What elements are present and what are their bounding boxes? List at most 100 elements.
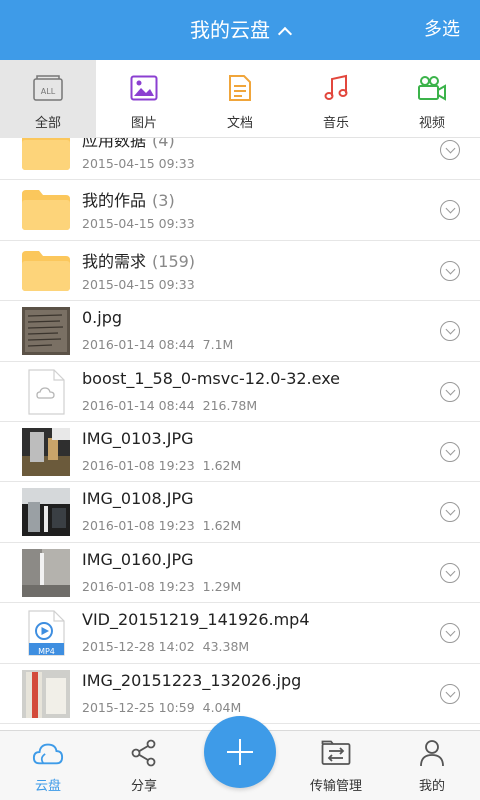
file-name: IMG_20151223_132026.jpg: [82, 670, 302, 690]
video-icon: [417, 74, 447, 102]
cloud-drive-title-dropdown[interactable]: 我的云盘: [0, 0, 480, 60]
list-item[interactable]: 我的作品 (3) 2015-04-15 09:33: [0, 180, 480, 241]
file-meta: 2016-01-14 08:44 216.78M: [82, 398, 257, 413]
category-label: 文档: [226, 116, 253, 131]
chevron-up-icon: [277, 26, 293, 42]
tab-profile[interactable]: 我的: [384, 731, 480, 800]
file-meta: 2016-01-08 19:23 1.62M: [82, 518, 241, 533]
item-count: (159): [152, 251, 196, 271]
chevron-down-icon[interactable]: [440, 683, 460, 704]
list-item[interactable]: IMG_0103.JPG 2016-01-08 19:23 1.62M: [0, 421, 480, 483]
image-thumbnail: [22, 427, 70, 476]
list-item[interactable]: IMG_0108.JPG 2016-01-08 19:23 1.62M: [0, 482, 480, 543]
modified-date: 2015-04-15 09:33: [82, 156, 195, 171]
top-bar: 我的云盘 多选: [0, 0, 480, 60]
tab-cloud-drive[interactable]: 云盘: [0, 731, 96, 800]
modified-date: 2015-04-15 09:33: [82, 216, 195, 232]
image-thumbnail: [22, 488, 70, 537]
file-size: 1.62M: [202, 457, 242, 473]
folder-icon: [22, 190, 70, 231]
file-name: 0.jpg: [82, 308, 123, 328]
modified-date: 2015-04-15 09:33: [82, 276, 195, 292]
item-count: (4): [152, 138, 175, 150]
file-size: 216.78M: [202, 397, 258, 413]
chevron-down-icon[interactable]: [440, 321, 460, 342]
modified-date: 2016-01-14 08:44: [82, 397, 195, 413]
chevron-down-icon[interactable]: [440, 441, 460, 462]
category-document[interactable]: 文档: [192, 60, 288, 138]
modified-date: 2015-12-28 14:02: [82, 639, 195, 655]
tab-label: 分享: [130, 779, 157, 794]
file-name: IMG_0160.JPG: [82, 549, 194, 569]
all-icon: ALL: [33, 74, 63, 102]
file-name: 我的需求 (159): [82, 251, 196, 271]
list-item[interactable]: IMG_20151223_132026.jpg 2015-12-25 10:59…: [0, 663, 480, 724]
chevron-down-icon[interactable]: [440, 200, 460, 221]
image-thumbnail: [22, 669, 70, 718]
category-label: 图片: [130, 116, 157, 131]
tab-label: 云盘: [34, 779, 61, 794]
file-size: 1.29M: [202, 578, 242, 594]
folder-icon: [22, 138, 70, 170]
file-meta: 2015-12-25 10:59 4.04M: [82, 700, 241, 715]
category-label: 视频: [418, 116, 445, 131]
category-label: 全部: [34, 116, 61, 131]
tab-label: 传输管理: [309, 779, 362, 794]
modified-date: 2016-01-08 19:23: [82, 578, 195, 594]
list-item[interactable]: MP4 VID_20151219_141926.mp4 2015-12-28 1…: [0, 603, 480, 664]
file-name: IMG_0108.JPG: [82, 489, 194, 509]
file-list-rows: 应用数据 (4) 2015-04-15 09:33 我的作品 (3) 2015-04…: [0, 138, 480, 724]
tab-share[interactable]: 分享: [96, 731, 192, 800]
list-item[interactable]: 应用数据 (4) 2015-04-15 09:33: [0, 138, 480, 181]
modified-date: 2016-01-14 08:44: [82, 337, 195, 353]
list-item[interactable]: 我的需求 (159) 2015-04-15 09:33: [0, 240, 480, 302]
chevron-down-icon[interactable]: [440, 260, 460, 281]
chevron-down-icon[interactable]: [440, 140, 460, 160]
category-label: 音乐: [322, 116, 349, 131]
image-thumbnail: [22, 548, 70, 597]
file-list[interactable]: 应用数据 (4) 2015-04-15 09:33 我的作品 (3) 2015-04…: [0, 138, 480, 730]
chevron-down-icon[interactable]: [440, 381, 460, 402]
transfer-icon: [320, 739, 352, 767]
file-name: boost_1_58_0-msvc-12.0-32.exe: [82, 368, 341, 388]
list-item[interactable]: IMG_0160.JPG 2016-01-08 19:23 1.29M: [0, 542, 480, 604]
share-icon: [128, 739, 160, 767]
category-video[interactable]: 视频: [384, 60, 480, 138]
category-all[interactable]: ALL 全部: [0, 60, 96, 138]
file-meta: 2015-12-28 14:02 43.38M: [82, 639, 249, 654]
document-icon: [225, 74, 255, 102]
category-image[interactable]: 图片: [96, 60, 192, 138]
cloud-icon: [32, 739, 64, 767]
folder-icon: [22, 250, 70, 291]
category-music[interactable]: 音乐: [288, 60, 384, 138]
modified-date: 2016-01-08 19:23: [82, 457, 195, 473]
file-name: VID_20151219_141926.mp4: [82, 610, 310, 630]
item-count: (3): [152, 191, 175, 211]
file-size: 7.1M: [202, 337, 234, 353]
file-name: IMG_0103.JPG: [82, 428, 194, 448]
profile-icon: [416, 739, 448, 767]
file-size: 43.38M: [202, 639, 250, 655]
add-button[interactable]: [204, 716, 276, 788]
list-item[interactable]: 0.jpg 2016-01-14 08:44 7.1M: [0, 301, 480, 362]
multi-select-button[interactable]: 多选: [424, 0, 460, 60]
chevron-down-icon[interactable]: [440, 562, 460, 583]
file-meta: 2015-04-15 09:33: [82, 216, 195, 231]
file-name: 应用数据 (4): [82, 138, 175, 151]
category-bar: ALL 全部 图片 文档 音乐 视频: [0, 60, 480, 138]
list-item[interactable]: boost_1_58_0-msvc-12.0-32.exe 2016-01-14…: [0, 361, 480, 422]
image-icon: [129, 74, 159, 102]
file-meta: 2016-01-08 19:23 1.62M: [82, 458, 241, 473]
modified-date: 2016-01-08 19:23: [82, 518, 195, 534]
page-title: 我的云盘: [190, 18, 270, 42]
chevron-down-icon[interactable]: [440, 502, 460, 523]
music-icon: [321, 74, 351, 102]
image-thumbnail: [22, 307, 70, 356]
modified-date: 2015-12-25 10:59: [82, 699, 195, 715]
file-meta: 2016-01-08 19:23 1.29M: [82, 579, 241, 594]
tab-transfer[interactable]: 传输管理: [288, 731, 384, 800]
chevron-down-icon[interactable]: [440, 623, 460, 644]
file-size: 4.04M: [202, 699, 242, 715]
file-icon: [28, 368, 65, 415]
file-meta: 2016-01-14 08:44 7.1M: [82, 337, 233, 352]
